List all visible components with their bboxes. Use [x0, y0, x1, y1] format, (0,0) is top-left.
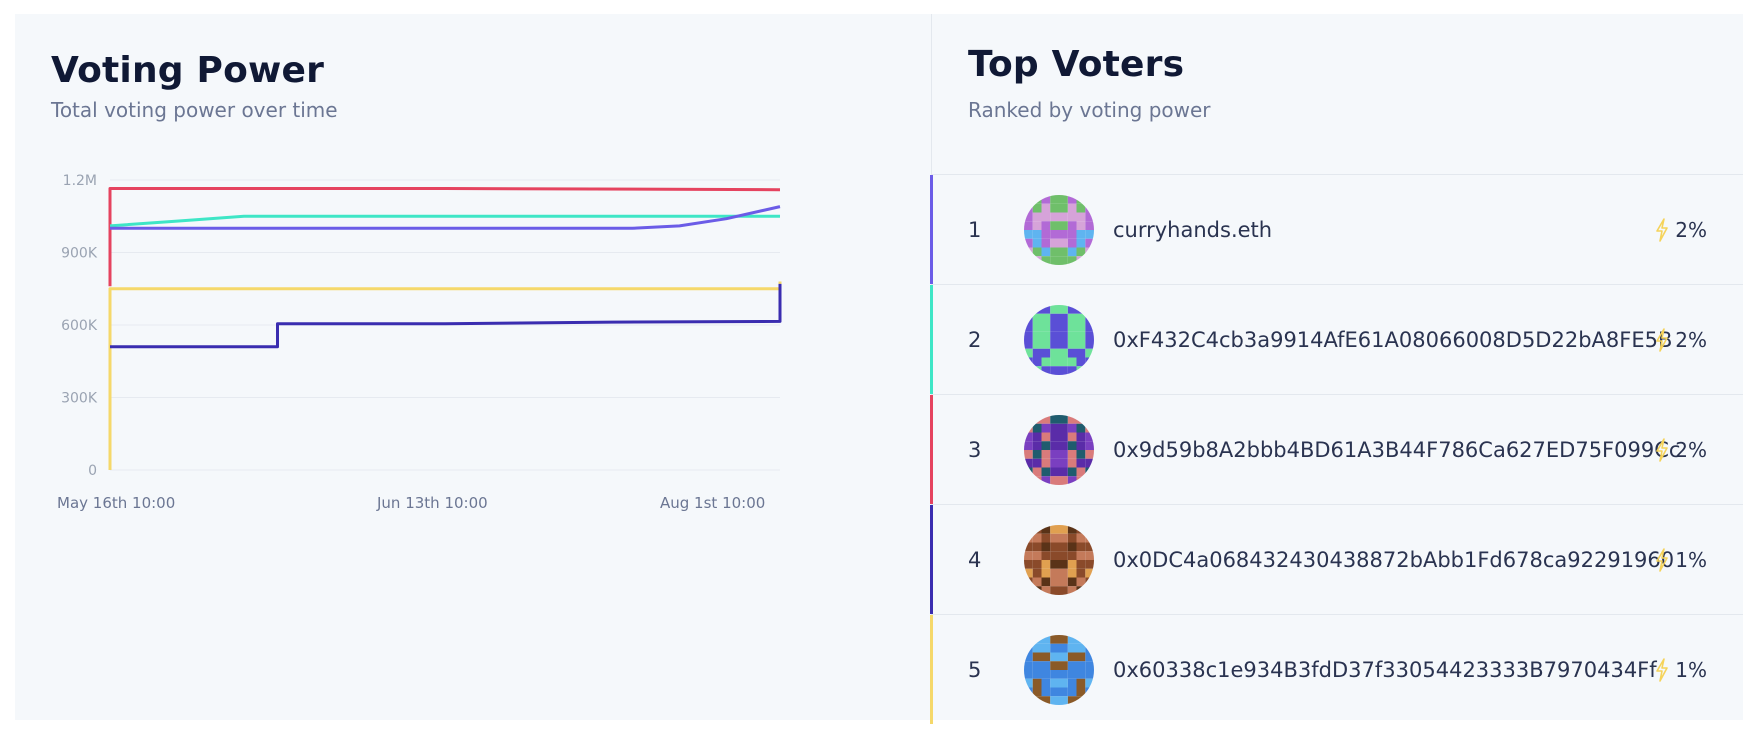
lightning-icon	[1656, 437, 1669, 462]
lightning-icon	[1656, 217, 1669, 242]
voter-power: 1%	[1655, 548, 1707, 572]
voter-power: 2%	[1655, 218, 1707, 242]
voter-color-bar	[930, 395, 933, 504]
voting-power-chart: 0 300K 600K 900K 1.2M May 16th 10:00 Jun 13th …	[57, 173, 782, 512]
voter-power: 2%	[1655, 438, 1707, 462]
voter-power-value: 2%	[1675, 437, 1707, 462]
voter-power-value: 2%	[1675, 217, 1707, 242]
y-tick-label: 1.2M	[63, 173, 97, 189]
voter-row[interactable]: 4 0x0DC4a068432430438872bAbb1Fd678ca92291…	[930, 504, 1743, 614]
voter-rank: 1	[968, 217, 982, 242]
avatar	[1024, 304, 1094, 375]
avatar	[1024, 194, 1094, 265]
voter-power-value: 1%	[1675, 657, 1707, 682]
voter-color-bar	[930, 285, 933, 394]
avatar	[1024, 414, 1094, 485]
series-line-5	[110, 283, 782, 349]
top-voters-panel: Top Voters Ranked by voting power 1 curry…	[930, 14, 1743, 724]
y-tick-label: 300K	[61, 391, 98, 407]
voter-row[interactable]: 3 0x9d59b8A2bbb4BD61A3B44F786Ca627ED75F09…	[930, 394, 1743, 504]
series-line-4	[108, 281, 782, 470]
top-voters-subtitle: Ranked by voting power	[968, 98, 1211, 122]
lightning-icon	[1656, 547, 1669, 572]
voter-color-bar	[930, 615, 933, 724]
voter-power-value: 2%	[1675, 327, 1707, 352]
voter-name[interactable]: 0x60338c1e934B3fdD37f33054423333B7970434…	[1113, 658, 1657, 682]
avatar	[1024, 634, 1094, 705]
voter-row[interactable]: 2 0xF432C4cb3a9914AfE61A08066008D5D22bA8F…	[930, 284, 1743, 394]
y-tick-label: 600K	[61, 318, 98, 334]
voter-name[interactable]: curryhands.eth	[1113, 218, 1272, 242]
series-line-1	[108, 187, 781, 287]
voter-name[interactable]: 0x0DC4a068432430438872bAbb1Fd678ca922919…	[1113, 548, 1674, 572]
x-tick-label: Jun 13th 10:00	[376, 494, 488, 512]
voter-color-bar	[930, 175, 933, 284]
voter-row[interactable]: 5 0x60338c1e934B3fdD37f33054423333B797043…	[930, 614, 1743, 724]
voter-rank: 4	[968, 547, 982, 572]
x-tick-label: May 16th 10:00	[57, 494, 175, 512]
voter-rank: 3	[968, 437, 982, 462]
voter-color-bar	[930, 505, 933, 614]
voter-power-value: 1%	[1675, 547, 1707, 572]
x-tick-label: Aug 1st 10:00	[660, 494, 765, 512]
voter-list: 1 curryhands.eth 2% 2 0xF432C4cb3a9914AfE61A…	[930, 174, 1743, 724]
avatar	[1024, 524, 1094, 595]
voter-rank: 2	[968, 327, 982, 352]
voting-power-panel: Voting Power Total voting power over tim…	[15, 14, 931, 720]
lightning-icon	[1656, 657, 1669, 682]
voter-power: 1%	[1655, 658, 1707, 682]
y-tick-label: 900K	[61, 246, 98, 262]
voter-row[interactable]: 1 curryhands.eth 2%	[930, 174, 1743, 284]
lightning-icon	[1656, 327, 1669, 352]
voter-name[interactable]: 0x9d59b8A2bbb4BD61A3B44F786Ca627ED75F099…	[1113, 438, 1680, 462]
y-tick-label: 0	[88, 463, 97, 479]
top-voters-title: Top Voters	[968, 44, 1185, 85]
voter-power: 2%	[1655, 328, 1707, 352]
voter-rank: 5	[968, 657, 982, 682]
voter-name[interactable]: 0xF432C4cb3a9914AfE61A08066008D5D22bA8FE…	[1113, 328, 1672, 352]
